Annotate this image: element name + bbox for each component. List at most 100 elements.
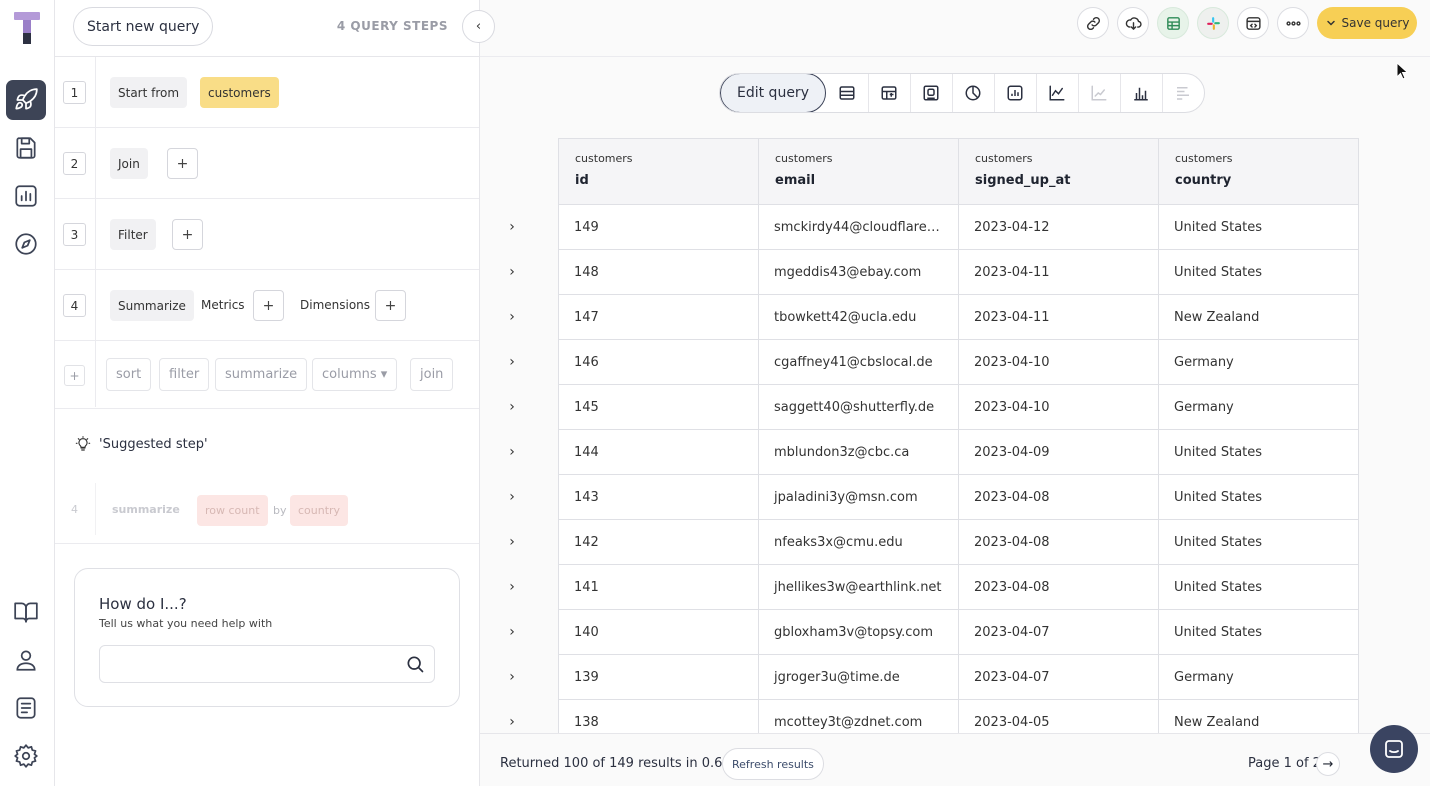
viz-pivot-button[interactable] — [867, 74, 910, 112]
nav-profile-button[interactable] — [6, 640, 46, 680]
table-row[interactable]: 149 smckirdy44@cloudflare.... 2023-04-12 Un… — [558, 204, 1359, 250]
help-search-input[interactable] — [99, 645, 435, 683]
nav-saved-button[interactable] — [6, 128, 46, 168]
expand-row-button[interactable]: › — [509, 339, 527, 384]
table-row[interactable]: 142 nfeaks3x@cmu.edu 2023-04-08 United Stat… — [558, 519, 1359, 565]
cell-id: 141 — [558, 564, 759, 610]
table-row[interactable]: 145 saggett40@shutterfly.de 2023-04-10 Germ… — [558, 384, 1359, 430]
results-footer: Returned 100 of 149 results in 0.60s Ref… — [480, 733, 1430, 786]
nav-dashboards-button[interactable] — [6, 176, 46, 216]
table-row[interactable]: 148 mgeddis43@ebay.com 2023-04-11 United St… — [558, 249, 1359, 295]
cell-country: United States — [1158, 204, 1359, 250]
add-summarize-option[interactable]: summarize — [215, 358, 308, 391]
add-join-option[interactable]: join — [410, 358, 454, 391]
dimensions-label: Dimensions — [300, 298, 371, 312]
source-table-chip[interactable]: customers — [200, 77, 279, 108]
expand-row-button[interactable]: › — [509, 519, 527, 564]
expand-row-button[interactable]: › — [509, 654, 527, 699]
chevron-right-icon: › — [509, 488, 515, 505]
expand-row-button[interactable]: › — [509, 699, 527, 733]
query-step-4: 4 Summarize Metrics + Dimensions + — [55, 270, 479, 341]
collapse-panel-button[interactable]: ‹ — [462, 10, 495, 43]
viz-line-button[interactable] — [1035, 74, 1078, 112]
more-options-button[interactable] — [1277, 7, 1309, 39]
table-row[interactable]: 146 cgaffney41@cbslocal.de 2023-04-10 Germa… — [558, 339, 1359, 385]
share-link-button[interactable] — [1077, 7, 1109, 39]
edit-query-button[interactable]: Edit query — [720, 74, 826, 112]
save-query-button[interactable]: Save query — [1317, 7, 1417, 39]
expand-row-button[interactable]: › — [509, 204, 527, 249]
column-header-country[interactable]: customers country — [1158, 138, 1359, 205]
step-summarize-label: Summarize — [110, 290, 194, 321]
gear-icon — [14, 744, 38, 768]
add-dimension-button[interactable]: + — [375, 290, 406, 321]
table-icon — [839, 86, 855, 100]
refresh-results-button[interactable]: Refresh results — [722, 748, 824, 780]
table-row[interactable]: 140 gbloxham3v@topsy.com 2023-04-07 United … — [558, 609, 1359, 655]
viz-bar-button[interactable] — [1119, 74, 1162, 112]
embed-button[interactable] — [1237, 7, 1269, 39]
expand-row-button[interactable]: › — [509, 384, 527, 429]
viz-combo-button[interactable] — [993, 74, 1036, 112]
download-button[interactable] — [1117, 7, 1149, 39]
search-icon[interactable] — [405, 654, 425, 674]
start-new-query-button[interactable]: Start new query — [73, 7, 214, 46]
suggested-metric-chip[interactable]: row count — [197, 495, 268, 526]
add-filter-option[interactable]: filter — [159, 358, 210, 391]
cell-email: gbloxham3v@topsy.com — [758, 609, 959, 655]
viz-row-chart-button[interactable] — [1161, 74, 1204, 112]
viz-scatter-button[interactable] — [1077, 74, 1120, 112]
chevron-right-icon: › — [509, 578, 515, 595]
nav-queries-button[interactable] — [6, 80, 46, 120]
add-join-button[interactable]: + — [167, 148, 198, 179]
nav-settings-button[interactable] — [6, 736, 46, 776]
google-sheets-button[interactable] — [1157, 7, 1189, 39]
expand-row-button[interactable]: › — [509, 474, 527, 519]
viz-table-button[interactable] — [826, 74, 868, 112]
column-header-signed_up_at[interactable]: customers signed_up_at — [958, 138, 1159, 205]
add-sort-option[interactable]: sort — [106, 358, 152, 391]
plus-icon: + — [384, 297, 397, 314]
cell-email: mcottey3t@zdnet.com — [758, 699, 959, 733]
suggested-action[interactable]: summarize — [112, 503, 180, 516]
table-row[interactable]: 138 mcottey3t@zdnet.com 2023-04-05 New Zeal… — [558, 699, 1359, 733]
column-name-label: signed_up_at — [975, 173, 1071, 188]
cell-email: smckirdy44@cloudflare.... — [758, 204, 959, 250]
visualization-switcher: Edit query — [719, 73, 1205, 113]
pagination-label: Page 1 of 2 — [1248, 756, 1321, 771]
add-columns-option[interactable]: columns ▾ — [312, 358, 398, 391]
viz-pie-button[interactable] — [951, 74, 994, 112]
step-number: 1 — [63, 81, 86, 104]
nav-notes-button[interactable] — [6, 688, 46, 728]
add-metric-button[interactable]: + — [253, 290, 284, 321]
table-row[interactable]: 147 tbowkett42@ucla.edu 2023-04-11 New Zeal… — [558, 294, 1359, 340]
table-row[interactable]: 143 jpaladini3y@msn.com 2023-04-08 United S… — [558, 474, 1359, 520]
column-header-email[interactable]: customers email — [758, 138, 959, 205]
column-name-label: email — [775, 173, 816, 188]
expand-row-button[interactable]: › — [509, 564, 527, 609]
add-step-plus[interactable]: + — [64, 365, 85, 386]
suggested-dimension-chip[interactable]: country — [290, 495, 349, 526]
table-row[interactable]: 141 jhellikes3w@earthlink.net 2023-04-08 Un… — [558, 564, 1359, 610]
cell-email: tbowkett42@ucla.edu — [758, 294, 959, 340]
support-chat-button[interactable] — [1370, 725, 1418, 773]
expand-row-button[interactable]: › — [509, 429, 527, 474]
results-summary: Returned 100 of 149 results in 0.60s — [500, 756, 738, 771]
add-filter-button[interactable]: + — [172, 219, 203, 250]
table-row[interactable]: 139 jgroger3u@time.de 2023-04-07 Germany — [558, 654, 1359, 700]
column-header-id[interactable]: customers id — [558, 138, 759, 205]
next-page-button[interactable]: → — [1316, 752, 1340, 776]
top-toolbar: Save query — [480, 0, 1430, 57]
nav-explore-button[interactable] — [6, 224, 46, 264]
cell-id: 147 — [558, 294, 759, 340]
viz-number-button[interactable] — [909, 74, 952, 112]
chevron-right-icon: › — [509, 398, 515, 415]
suggested-step-label: 'Suggested step' — [99, 436, 208, 452]
slack-button[interactable] — [1197, 7, 1229, 39]
table-row[interactable]: 144 mblundon3z@cbc.ca 2023-04-09 United Sta… — [558, 429, 1359, 475]
nav-docs-button[interactable] — [6, 592, 46, 632]
expand-row-button[interactable]: › — [509, 294, 527, 339]
help-card: How do I...? Tell us what you need help … — [74, 568, 460, 707]
expand-row-button[interactable]: › — [509, 249, 527, 294]
expand-row-button[interactable]: › — [509, 609, 527, 654]
